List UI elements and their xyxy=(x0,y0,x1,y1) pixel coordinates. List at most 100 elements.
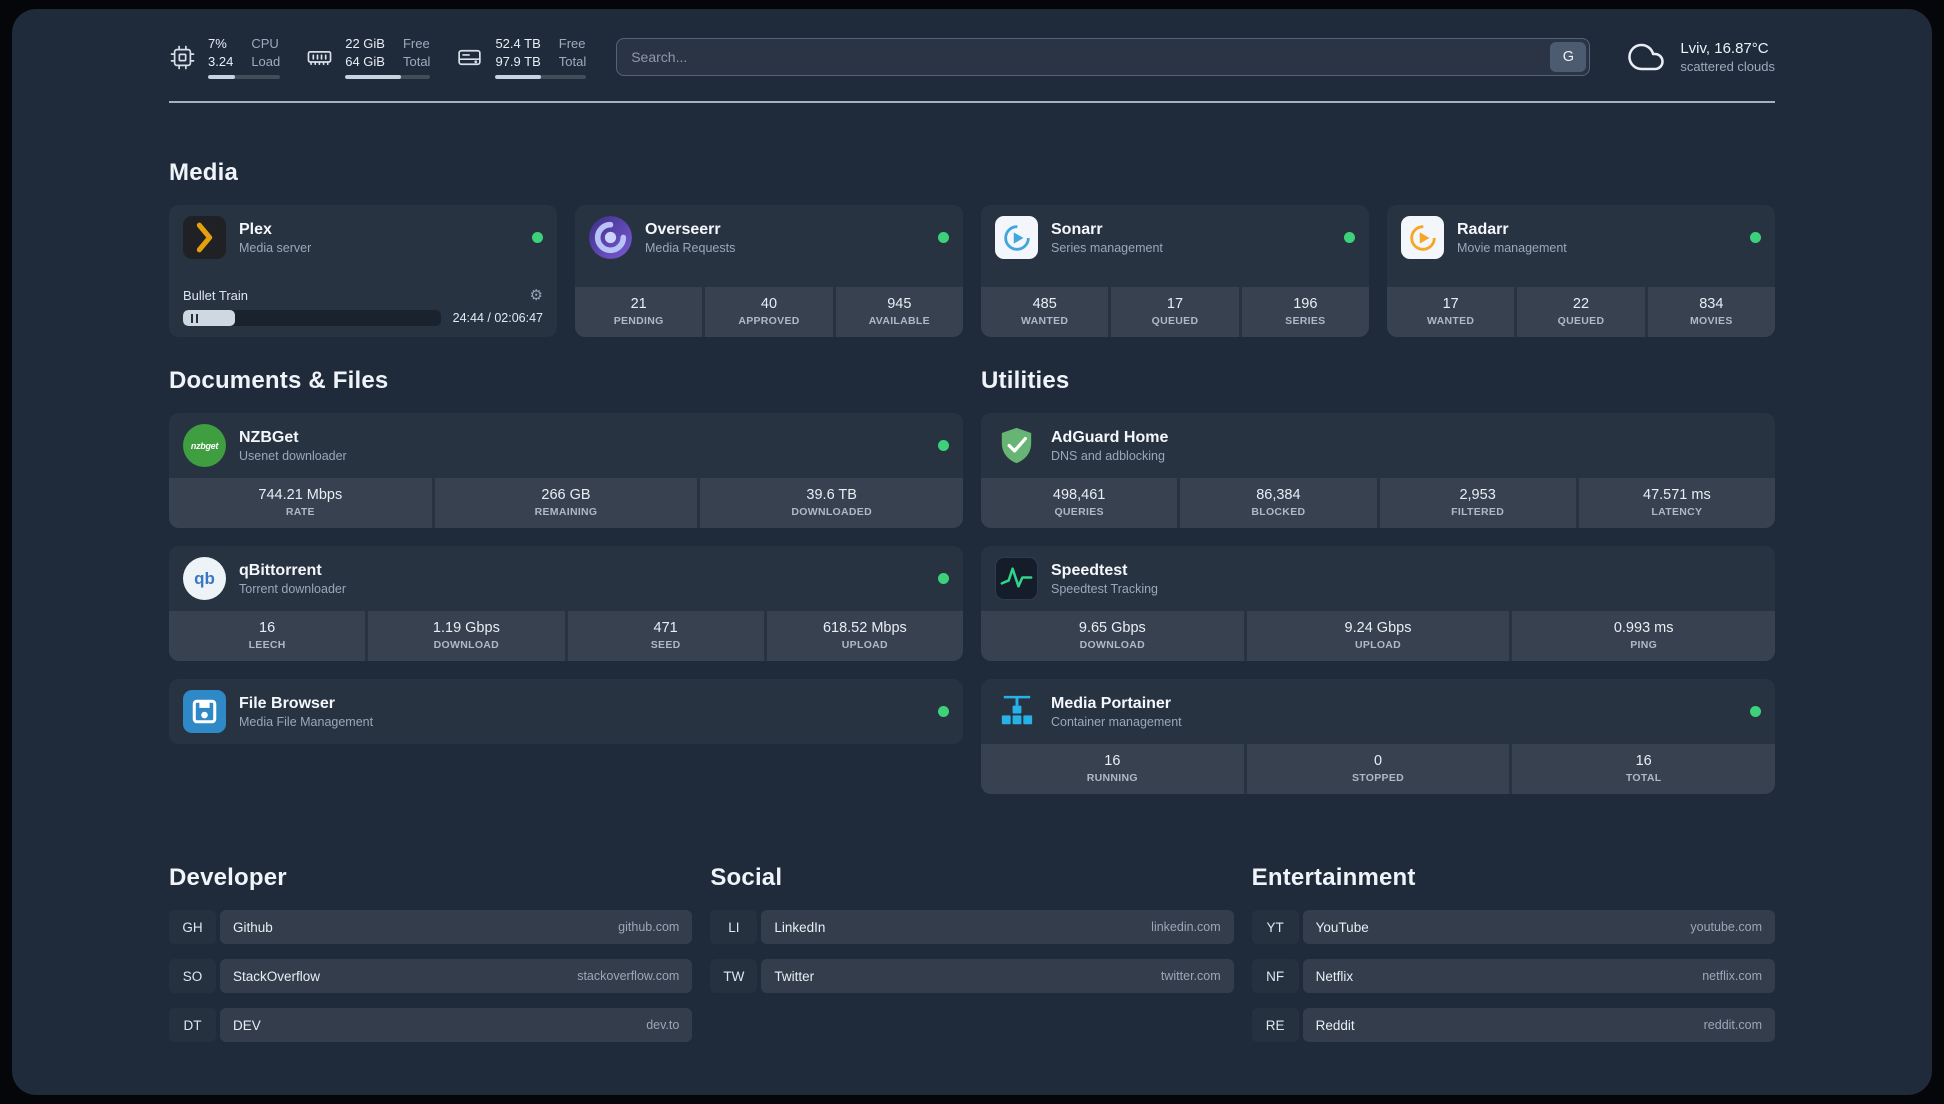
bookmark-group-entertainment: Entertainment YT YouTube youtube.com NF … xyxy=(1252,864,1775,1043)
stat-value: 16 xyxy=(1635,753,1652,770)
service-subtitle: Container management xyxy=(1051,714,1182,729)
stat-label: QUERIES xyxy=(1054,506,1104,519)
status-dot xyxy=(938,440,949,452)
weather-location: Lviv, 16.87°C xyxy=(1680,40,1769,58)
stat-value: 17 xyxy=(1442,296,1459,313)
disk-total-label: Total xyxy=(558,53,587,69)
service-card-overseerr[interactable]: Overseerr Media Requests 21 PENDING 40 A… xyxy=(575,205,963,338)
bookmark-abbr: TW xyxy=(710,959,757,993)
dashboard: 7% 3.24 CPU Load 22 GiB 64 GiB Free Tota… xyxy=(12,9,1932,1095)
filebrowser-icon xyxy=(183,690,226,734)
cpu-load-label: Load xyxy=(251,53,281,69)
service-card-radarr[interactable]: Radarr Movie management 17 WANTED 22 QUE… xyxy=(1387,205,1775,338)
disk-progress-bar xyxy=(495,75,587,80)
stat-label: QUEUED xyxy=(1557,315,1605,328)
stat-label: RATE xyxy=(285,506,315,519)
stat-value: 266 GB xyxy=(541,487,591,504)
stat-value: 945 xyxy=(887,296,912,313)
stat-value: 834 xyxy=(1699,296,1724,313)
stat-tile: 9.24 Gbps UPLOAD xyxy=(1246,611,1510,662)
documents-section-title: Documents & Files xyxy=(169,367,389,395)
overseerr-icon xyxy=(589,216,632,260)
stat-label: BLOCKED xyxy=(1251,506,1306,519)
bookmark-name: YouTube xyxy=(1315,919,1369,935)
bookmark-twitter[interactable]: TW Twitter twitter.com xyxy=(710,959,1234,994)
stat-value: 0.993 ms xyxy=(1613,620,1674,637)
bookmark-github[interactable]: GH Github github.com xyxy=(169,910,693,945)
bookmark-domain: github.com xyxy=(618,920,680,935)
stat-value: 17 xyxy=(1166,296,1184,313)
playback-time: 24:44 / 02:06:47 xyxy=(452,311,543,326)
bookmark-abbr: GH xyxy=(169,910,216,944)
service-card-sonarr[interactable]: Sonarr Series management 485 WANTED 17 Q… xyxy=(981,205,1369,338)
stat-label: SEED xyxy=(650,639,681,652)
stat-value: 9.65 Gbps xyxy=(1078,620,1146,637)
service-card-portainer[interactable]: Media Portainer Container management 16 … xyxy=(981,679,1775,795)
service-card-speedtest[interactable]: Speedtest Speedtest Tracking 9.65 Gbps D… xyxy=(981,546,1775,662)
playback-progress-bar[interactable] xyxy=(183,310,441,327)
service-card-qbittorrent[interactable]: qb qBittorrent Torrent downloader 16 LEE… xyxy=(169,546,963,662)
stat-value: 40 xyxy=(760,296,778,313)
stat-value: 22 xyxy=(1572,296,1590,313)
stat-label: LATENCY xyxy=(1651,506,1703,519)
service-card-adguard[interactable]: AdGuard Home DNS and adblocking 498,461 … xyxy=(981,413,1775,529)
bookmark-netflix[interactable]: NF Netflix netflix.com xyxy=(1252,959,1775,994)
stat-tile: 1.19 Gbps DOWNLOAD xyxy=(368,611,565,662)
pause-icon[interactable] xyxy=(191,313,198,323)
bookmark-stackoverflow[interactable]: SO StackOverflow stackoverflow.com xyxy=(169,959,693,994)
stat-value: 618.52 Mbps xyxy=(822,620,907,637)
gear-icon[interactable]: ⚙ xyxy=(530,288,543,303)
cloud-icon xyxy=(1624,39,1668,75)
stat-tile: 21 PENDING xyxy=(575,287,703,338)
stat-tile: 744.21 Mbps RATE xyxy=(169,478,432,529)
bookmark-domain: linkedin.com xyxy=(1151,920,1221,935)
bookmark-name: StackOverflow xyxy=(233,968,321,984)
search-provider-button[interactable]: G xyxy=(1550,42,1587,73)
bookmark-dev[interactable]: DT DEV dev.to xyxy=(169,1008,693,1043)
bookmark-abbr: DT xyxy=(169,1008,216,1042)
memory-total-value: 64 GiB xyxy=(345,53,385,69)
service-name: NZBGet xyxy=(239,428,299,446)
bookmark-domain: youtube.com xyxy=(1690,920,1762,935)
memory-progress-bar xyxy=(345,75,431,80)
cpu-progress-bar xyxy=(208,75,281,80)
stat-value: 485 xyxy=(1032,296,1057,313)
stat-value: 1.19 Gbps xyxy=(432,620,500,637)
bookmark-name: LinkedIn xyxy=(774,919,826,935)
service-subtitle: Torrent downloader xyxy=(239,581,347,596)
stat-tile: 0 STOPPED xyxy=(1246,744,1510,795)
weather-widget: Lviv, 16.87°C scattered clouds xyxy=(1624,39,1775,75)
service-name: Sonarr xyxy=(1051,220,1103,238)
search-input[interactable] xyxy=(616,38,1591,77)
stat-tile: 16 RUNNING xyxy=(981,744,1244,795)
service-card-filebrowser[interactable]: File Browser Media File Management xyxy=(169,679,963,745)
bookmark-abbr: SO xyxy=(169,959,216,993)
stat-value: 39.6 TB xyxy=(806,487,857,504)
portainer-icon xyxy=(995,690,1038,733)
bookmark-abbr: RE xyxy=(1252,1008,1299,1042)
bookmark-reddit[interactable]: RE Reddit reddit.com xyxy=(1252,1008,1775,1043)
stat-tile: 471 SEED xyxy=(567,611,764,662)
memory-free-label: Free xyxy=(402,36,430,51)
service-subtitle: Usenet downloader xyxy=(239,448,347,463)
bookmark-linkedin[interactable]: LI LinkedIn linkedin.com xyxy=(710,910,1234,945)
status-dot xyxy=(938,573,949,585)
speedtest-icon xyxy=(995,557,1038,601)
disk-widget: 52.4 TB 97.9 TB Free Total xyxy=(456,35,587,80)
bookmark-domain: stackoverflow.com xyxy=(577,969,680,984)
service-name: Radarr xyxy=(1457,220,1509,238)
cpu-usage-value: 7% xyxy=(208,36,227,51)
stat-tile: 2,953 FILTERED xyxy=(1379,478,1576,529)
radarr-icon xyxy=(1401,216,1444,260)
stat-tile: 9.65 Gbps DOWNLOAD xyxy=(981,611,1244,662)
stat-label: FILTERED xyxy=(1451,506,1505,519)
bookmark-youtube[interactable]: YT YouTube youtube.com xyxy=(1252,910,1775,945)
memory-icon xyxy=(306,44,333,71)
stat-value: 471 xyxy=(653,620,678,637)
stat-label: REMAINING xyxy=(534,506,598,519)
service-card-nzbget[interactable]: nzbget NZBGet Usenet downloader 744.21 M… xyxy=(169,413,963,529)
stat-value: 744.21 Mbps xyxy=(258,487,343,504)
adguard-icon xyxy=(995,424,1038,467)
service-card-plex[interactable]: Plex Media server Bullet Train ⚙ 24:44 /… xyxy=(169,205,557,338)
stat-label: TOTAL xyxy=(1625,772,1662,785)
